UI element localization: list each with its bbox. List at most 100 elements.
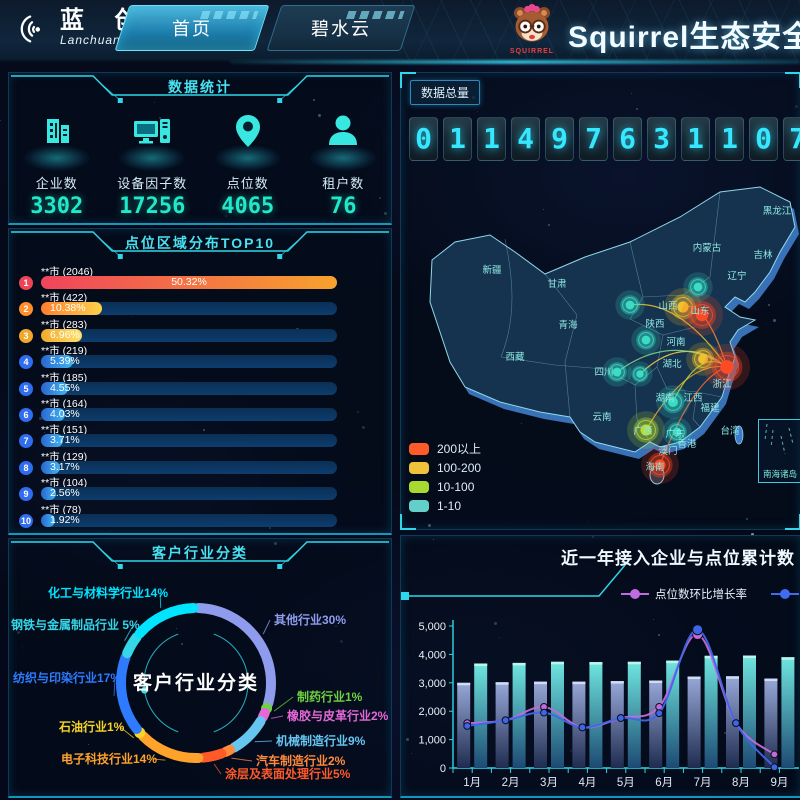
percent-label: 10.38% — [50, 302, 86, 315]
province-label: 香港 — [677, 438, 697, 450]
counter-digit: 1 — [681, 117, 710, 161]
donut-label: 涂层及表面处理行业5% — [225, 766, 351, 781]
percent-label: 1.92% — [50, 514, 80, 527]
map-legend-item[interactable]: 1-10 — [409, 496, 481, 515]
rank-badge: 1 — [19, 276, 33, 290]
x-tick-label: 7月 — [694, 777, 712, 789]
legend-label: 1-10 — [437, 499, 461, 513]
map-legend: 200以上 100-200 10-100 1-10 — [409, 439, 481, 515]
y-tick-label: 3,000 — [418, 678, 446, 690]
counter-digit: 9 — [545, 117, 574, 161]
province-label: 山东 — [690, 305, 709, 317]
donut-label: 橡胶与皮革行业2% — [287, 708, 389, 723]
data-total-counter: 011497631107 — [409, 117, 800, 161]
monthly-chart-svg: 近一年接入企业与点位累计数点位数环比增长率01,0002,0003,0004,0… — [401, 536, 800, 794]
bar-series1 — [534, 682, 547, 768]
x-tick-label: 6月 — [655, 777, 673, 789]
bar-track: 50.32% — [41, 276, 337, 289]
donut-segment — [140, 608, 194, 633]
tab-home[interactable]: 首页 — [115, 5, 270, 51]
stat-value: 76 — [296, 194, 392, 219]
map-legend-item[interactable]: 200以上 — [409, 439, 481, 458]
donut-label: 制药行业1% — [297, 689, 363, 704]
panel-industry-donut: 客户行业分类 其他行业30%制药行业1%橡胶与皮革行业2%机械制造行业9%汽车制… — [8, 538, 392, 798]
chart-title: 近一年接入企业与点位累计数 — [561, 548, 795, 568]
donut-label: 石油行业1% — [58, 719, 125, 734]
percent-label: 4.55% — [50, 382, 80, 395]
top10-bar-list: **市 (2046)150.32%**市 (422)210.38%**市 (28… — [19, 265, 377, 529]
province-label: 澳门 — [658, 445, 677, 457]
counter-digit: 7 — [783, 117, 800, 161]
tab-home-label: 首页 — [172, 15, 212, 41]
panel-title: 点位区域分布TOP10 — [9, 233, 391, 253]
panel-monthly-chart: 近一年接入企业与点位累计数点位数环比增长率01,0002,0003,0004,0… — [400, 535, 800, 798]
top10-row: **市 (78)101.92% — [19, 503, 377, 529]
tab-bishuiyun[interactable]: 碧水云 — [267, 5, 416, 51]
industry-donut-svg: 其他行业30%制药行业1%橡胶与皮革行业2%机械制造行业9%汽车制造行业2%涂层… — [9, 539, 391, 794]
bar-series1 — [611, 681, 624, 768]
counter-digit: 0 — [409, 117, 438, 161]
corner-decor — [785, 514, 800, 530]
bar-series2 — [589, 662, 602, 768]
stat-icon-area — [296, 111, 392, 169]
legend-swatch — [409, 500, 429, 512]
map-legend-item[interactable]: 100-200 — [409, 458, 481, 477]
legend-label: 100-200 — [437, 461, 481, 475]
bar-track: 4.55% — [41, 382, 337, 395]
province-label: 内蒙古 — [693, 242, 722, 254]
stat-icon-area — [9, 111, 105, 169]
province-label: 辽宁 — [727, 270, 746, 282]
stat-item: 租户数76 — [296, 111, 392, 219]
corner-decor — [400, 514, 416, 530]
inset-islands — [759, 420, 799, 466]
map-legend-item[interactable]: 10-100 — [409, 477, 481, 496]
stat-items: 企业数3302设备因子数17256点位数4065租户数76 — [9, 111, 391, 219]
donut-center-label: 客户行业分类 — [133, 671, 259, 694]
bar-track: 10.38% — [41, 302, 337, 315]
legend-swatch — [409, 443, 429, 455]
legend-marker[interactable] — [780, 589, 790, 599]
app-header: 蓝 创 Lanchuang 首页 碧水云 SQUIRREL Squirrel生态… — [0, 0, 800, 62]
y-tick-label: 0 — [440, 763, 446, 775]
province-label: 台湾 — [720, 425, 740, 437]
province-label: 广西 — [633, 425, 652, 437]
legend-swatch — [409, 481, 429, 493]
province-label: 青海 — [558, 319, 578, 331]
bar-track: 6.96% — [41, 329, 337, 342]
province-label: 甘肃 — [547, 278, 566, 290]
bar-series2 — [474, 663, 487, 768]
province-label: 陕西 — [645, 318, 664, 330]
legend-marker[interactable] — [630, 589, 640, 599]
province-label: 山西 — [658, 301, 677, 312]
industry-donut-chart: 其他行业30%制药行业1%橡胶与皮革行业2%机械制造行业9%汽车制造行业2%涂层… — [9, 539, 391, 796]
stat-label: 企业数 — [9, 173, 105, 192]
top10-row: **市 (129)83.17% — [19, 450, 377, 476]
y-tick-label: 1,000 — [418, 735, 446, 747]
panel-top10-regions: 点位区域分布TOP10 **市 (2046)150.32%**市 (422)21… — [8, 228, 392, 535]
province-label: 浙江 — [712, 378, 732, 390]
donut-label: 化工与材料学行业14% — [48, 585, 168, 600]
legend-label: 10-100 — [437, 480, 474, 494]
x-tick-label: 3月 — [540, 777, 558, 789]
legend-label[interactable]: 点位数环比增长率 — [655, 587, 747, 601]
counter-digit: 7 — [579, 117, 608, 161]
donut-label: 其他行业30% — [274, 612, 346, 627]
bar-series1 — [649, 681, 662, 768]
donut-label: 汽车制造行业2% — [256, 753, 346, 768]
percent-label: 3.17% — [50, 461, 80, 474]
rank-badge: 5 — [19, 382, 33, 396]
stat-icon-area — [105, 111, 201, 169]
province-label: 吉林 — [753, 249, 773, 261]
province-label: 黑龙江 — [763, 205, 792, 217]
bar-track: 5.39% — [41, 355, 337, 368]
stat-item: 企业数3302 — [9, 111, 105, 219]
x-tick-label: 2月 — [502, 777, 520, 789]
donut-label: 钢铁与金属制品行业 5% — [11, 617, 140, 632]
top10-row: **市 (164)64.03% — [19, 397, 377, 423]
data-total-label: 数据总量 — [410, 80, 480, 105]
x-tick-label: 4月 — [578, 777, 596, 789]
province-label: 湖北 — [662, 359, 682, 370]
donut-segment — [234, 721, 260, 747]
stat-value: 17256 — [105, 194, 201, 219]
bar-series1 — [496, 682, 509, 768]
